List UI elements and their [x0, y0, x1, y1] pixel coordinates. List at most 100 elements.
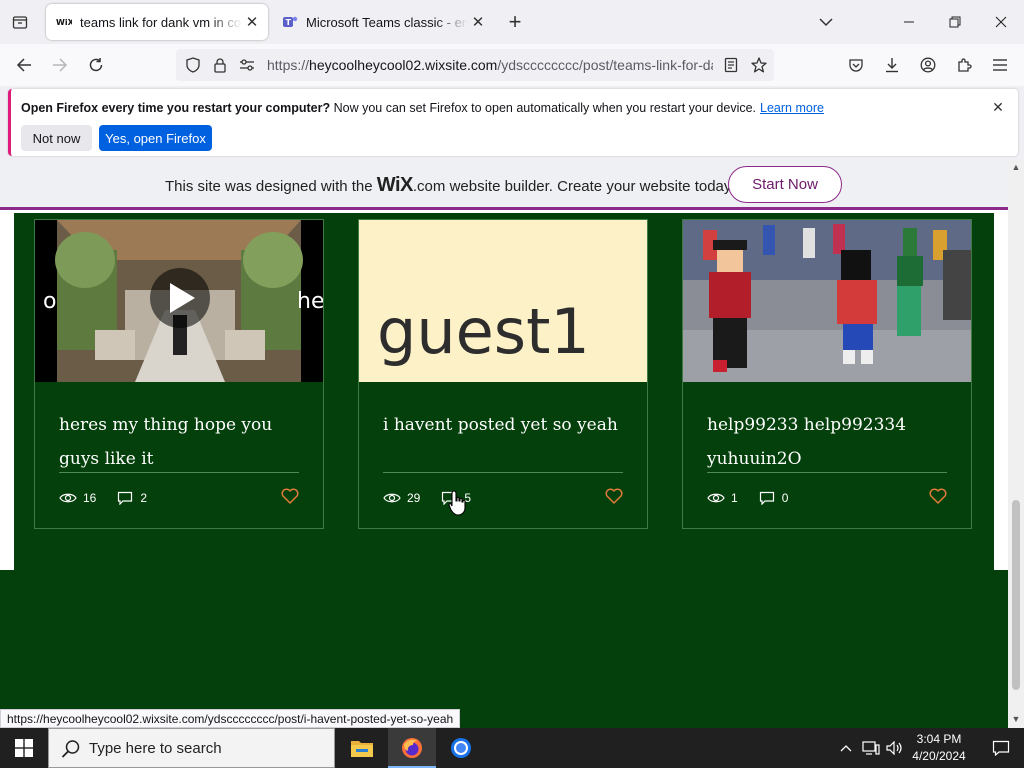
svg-text:T: T	[286, 18, 292, 27]
post-card[interactable]: guest1 i havent posted yet so yeah 29 5	[358, 219, 648, 529]
windows-taskbar: Type here to search 3:04 PM 4/20/2024	[0, 728, 1024, 768]
windows-start-icon[interactable]	[0, 728, 48, 768]
firefox-view-icon[interactable]	[8, 10, 32, 34]
url-prefix: https://	[267, 57, 310, 73]
forward-arrow-icon[interactable]	[46, 51, 74, 79]
new-tab-icon[interactable]: +	[503, 9, 527, 34]
tab-title: teams link for dank vm in comments	[80, 14, 242, 30]
wix-banner-text-after: .com website builder. Create your websit…	[412, 178, 735, 195]
tracking-shield-icon[interactable]	[183, 55, 203, 75]
white-margin-right	[994, 213, 1008, 570]
url-text[interactable]: https://heycoolheycool02.wixsite.com/yds…	[267, 57, 713, 73]
like-heart-icon[interactable]	[281, 488, 299, 504]
notification-center-icon[interactable]	[978, 728, 1024, 768]
firefox-taskbar-icon[interactable]	[388, 728, 436, 768]
firefox-autostart-notification: Open Firefox every time you restart your…	[8, 89, 1018, 156]
file-explorer-icon[interactable]	[338, 728, 386, 768]
lock-icon[interactable]	[210, 55, 230, 75]
learn-more-link[interactable]: Learn more	[760, 101, 824, 115]
url-path: /ydscccccccc/post/teams-link-for-dank	[497, 57, 713, 73]
white-margin-left	[0, 213, 14, 570]
wix-banner-text-before: This site was designed with the	[165, 178, 377, 195]
back-arrow-icon[interactable]	[10, 51, 38, 79]
views-icon	[59, 491, 77, 505]
card-divider	[59, 472, 299, 473]
tab-wix-post[interactable]: WiX teams link for dank vm in comments ✕	[46, 4, 268, 40]
extensions-icon[interactable]	[950, 51, 978, 79]
volume-icon[interactable]	[885, 738, 905, 758]
svg-text:WiX: WiX	[56, 18, 72, 27]
address-bar[interactable]: https://heycoolheycool02.wixsite.com/yds…	[176, 49, 774, 81]
tab-bar: WiX teams link for dank vm in comments ✕…	[0, 0, 1024, 44]
svg-text:he: he	[297, 289, 323, 314]
hand-cursor-icon	[448, 490, 468, 516]
status-link-preview: https://heycoolheycool02.wixsite.com/yds…	[0, 709, 461, 728]
like-heart-icon[interactable]	[605, 488, 623, 504]
teams-favicon-icon: T	[282, 14, 298, 30]
search-icon	[61, 739, 81, 759]
views-icon	[383, 491, 401, 505]
permissions-icon[interactable]	[237, 55, 257, 75]
chevron-up-icon[interactable]	[836, 738, 856, 758]
navigation-toolbar: https://heycoolheycool02.wixsite.com/yds…	[0, 44, 1024, 86]
downloads-icon[interactable]	[878, 51, 906, 79]
close-tab-icon[interactable]: ✕	[468, 12, 488, 32]
post-stats: 1 0	[707, 490, 808, 506]
comments-icon[interactable]	[758, 491, 776, 505]
post-card[interactable]: help99233 help992334 yuhuuin2O 1 0	[682, 219, 972, 529]
reload-icon[interactable]	[82, 51, 110, 79]
not-now-button[interactable]: Not now	[21, 125, 92, 151]
guest1-thumbnail-text: guest1	[377, 295, 590, 368]
notification-message: Open Firefox every time you restart your…	[21, 101, 824, 115]
scroll-up-arrow-icon[interactable]: ▲	[1011, 162, 1021, 172]
vertical-scrollbar[interactable]: ▲ ▼	[1008, 160, 1024, 728]
menu-icon[interactable]	[986, 51, 1014, 79]
comments-count: 2	[140, 491, 148, 505]
post-thumbnail[interactable]: guest1	[359, 220, 647, 382]
url-host: heycoolheycool02.wixsite.com	[309, 57, 498, 73]
like-heart-icon[interactable]	[929, 488, 947, 504]
search-placeholder: Type here to search	[89, 740, 222, 757]
wix-banner-text: This site was designed with the WiX.com …	[165, 174, 734, 197]
tab-teams-error[interactable]: T Microsoft Teams classic - error ✕	[272, 4, 494, 40]
post-title[interactable]: help99233 help992334 yuhuuin2O	[707, 408, 955, 476]
scroll-down-arrow-icon[interactable]: ▼	[1011, 714, 1021, 724]
taskbar-search-input[interactable]: Type here to search	[48, 728, 335, 768]
post-title[interactable]: heres my thing hope you guys like it	[59, 408, 307, 476]
bookmark-star-icon[interactable]	[749, 55, 769, 75]
restore-icon[interactable]	[932, 0, 978, 44]
yes-open-firefox-button[interactable]: Yes, open Firefox	[99, 125, 212, 151]
wix-favicon-icon: WiX	[56, 14, 72, 30]
taskbar-clock[interactable]: 3:04 PM 4/20/2024	[908, 731, 970, 765]
video-thumbnail[interactable]: o he	[35, 220, 323, 382]
post-thumbnail[interactable]	[683, 220, 971, 382]
pocket-icon[interactable]	[842, 51, 870, 79]
close-tab-icon[interactable]: ✕	[242, 12, 262, 32]
views-count: 16	[83, 491, 97, 505]
comments-icon[interactable]	[116, 491, 134, 505]
views-icon	[707, 491, 725, 505]
notification-bold-text: Open Firefox every time you restart your…	[21, 101, 331, 115]
close-icon[interactable]: ✕	[990, 99, 1006, 115]
start-now-button[interactable]: Start Now	[728, 166, 842, 203]
page-viewport: This site was designed with the WiX.com …	[0, 160, 1024, 728]
post-stats: 16 2	[59, 490, 167, 506]
notification-body-text: Now you can set Firefox to open automati…	[330, 101, 757, 115]
chevron-down-icon[interactable]	[814, 10, 838, 34]
account-icon[interactable]	[914, 51, 942, 79]
post-title[interactable]: i havent posted yet so yeah	[383, 408, 631, 442]
svg-text:o: o	[43, 289, 56, 314]
tab-title: Microsoft Teams classic - error	[306, 14, 468, 30]
scrollbar-thumb[interactable]	[1012, 500, 1020, 690]
post-card[interactable]: o he heres my thing hope you guys like i…	[34, 219, 324, 529]
chrome-icon[interactable]	[437, 728, 485, 768]
clock-time: 3:04 PM	[916, 732, 962, 746]
network-icon[interactable]	[861, 738, 881, 758]
wix-ad-banner: This site was designed with the WiX.com …	[0, 160, 1008, 210]
card-divider	[707, 472, 947, 473]
close-window-icon[interactable]	[978, 0, 1024, 44]
minimize-icon[interactable]	[886, 0, 932, 44]
post-stats: 29 5	[383, 490, 491, 506]
reader-view-icon[interactable]	[721, 55, 741, 75]
card-divider	[383, 472, 623, 473]
